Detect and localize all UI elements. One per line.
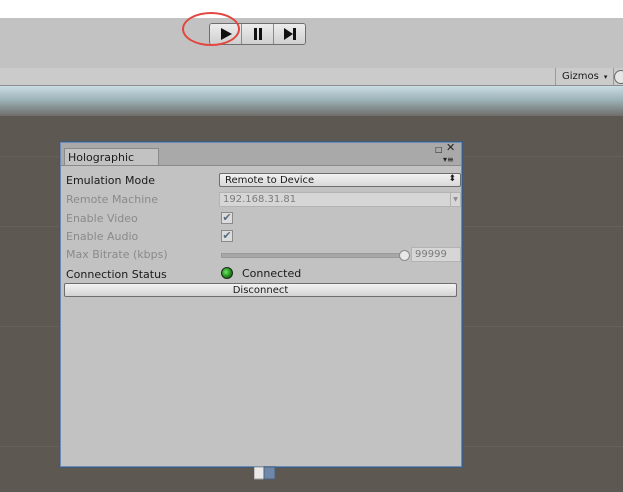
emulation-mode-dropdown[interactable]: Remote to Device ⬍: [219, 173, 461, 187]
emulation-mode-row: Emulation Mode Remote to Device ⬍: [66, 172, 461, 188]
remote-machine-field[interactable]: 192.168.31.81 ▼: [219, 192, 461, 207]
tab-holographic[interactable]: Holographic: [64, 148, 159, 165]
emulation-mode-value: Remote to Device: [225, 174, 315, 186]
max-bitrate-field[interactable]: 99999: [411, 247, 461, 262]
top-window-strip: [0, 0, 623, 18]
remote-machine-label: Remote Machine: [66, 192, 158, 206]
max-bitrate-slider[interactable]: [221, 250, 410, 261]
checkmark-icon: ✔: [222, 229, 232, 242]
enable-audio-label: Enable Audio: [66, 229, 139, 243]
max-bitrate-label: Max Bitrate (kbps): [66, 247, 168, 261]
pause-button[interactable]: [242, 24, 274, 44]
orientation-gizmo-icon[interactable]: [254, 466, 276, 480]
main-toolbar: [0, 18, 623, 69]
remote-machine-value: 192.168.31.81: [223, 194, 297, 205]
scene-view-toolbar: Gizmos ▾: [0, 68, 623, 86]
pause-icon: [253, 28, 262, 40]
enable-audio-row: Enable Audio ✔: [66, 228, 458, 244]
enable-audio-checkbox[interactable]: ✔: [221, 230, 233, 242]
slider-thumb[interactable]: [399, 250, 410, 261]
connection-status-row: Connection Status Connected: [66, 266, 458, 282]
gizmos-dropdown[interactable]: Gizmos ▾: [555, 68, 615, 85]
max-bitrate-value: 99999: [415, 249, 447, 260]
close-icon[interactable]: ✕: [446, 142, 455, 153]
emulation-mode-label: Emulation Mode: [66, 173, 155, 187]
chevron-down-icon: ▾: [603, 72, 608, 81]
connection-status-label: Connection Status: [66, 267, 167, 281]
window-tab-strip: Holographic □ ✕ ▾≡: [61, 142, 461, 166]
maximize-icon[interactable]: □: [435, 146, 443, 154]
holographic-window: Holographic □ ✕ ▾≡ Emulation Mode Remote…: [60, 142, 462, 467]
connection-status-value: Connected: [242, 267, 302, 280]
enable-video-row: Enable Video ✔: [66, 210, 458, 226]
step-button[interactable]: [274, 24, 305, 44]
enable-video-label: Enable Video: [66, 211, 138, 225]
highlight-circle: [182, 12, 240, 46]
scene-skybox: [0, 86, 623, 116]
remote-machine-row: Remote Machine 192.168.31.81 ▼: [66, 191, 461, 207]
checkmark-icon: ✔: [222, 211, 232, 224]
search-icon[interactable]: [614, 70, 623, 84]
window-menu-icon[interactable]: ▾≡: [443, 156, 454, 164]
status-indicator-icon: [221, 267, 233, 279]
chevron-down-icon[interactable]: ▼: [450, 193, 460, 206]
dropdown-arrows-icon: ⬍: [448, 174, 456, 184]
gizmos-label: Gizmos: [562, 71, 599, 82]
step-icon: [283, 28, 296, 40]
max-bitrate-row: Max Bitrate (kbps) 99999: [66, 246, 461, 262]
disconnect-button[interactable]: Disconnect: [64, 283, 457, 297]
enable-video-checkbox[interactable]: ✔: [221, 212, 233, 224]
